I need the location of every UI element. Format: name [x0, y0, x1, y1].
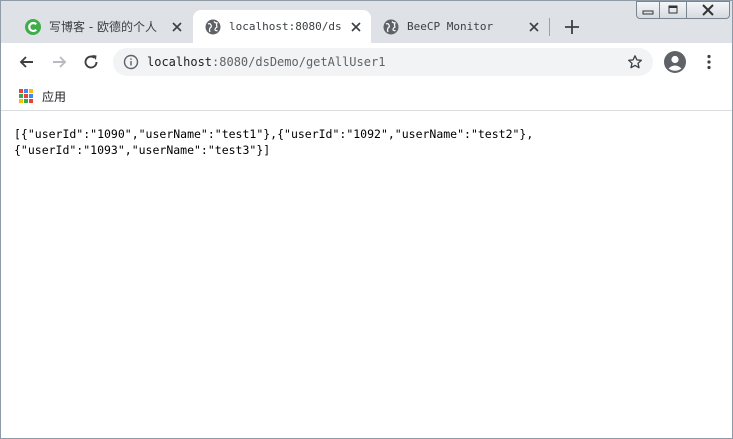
browser-toolbar: localhost:8080/dsDemo/getAllUser1: [1, 43, 732, 81]
close-tab-icon[interactable]: [526, 19, 542, 35]
close-window-icon: [702, 4, 714, 16]
csdn-logo-icon: [25, 19, 41, 35]
url-host: localhost: [147, 55, 213, 69]
tab-beecp-monitor[interactable]: BeeCP Monitor: [371, 10, 549, 43]
more-menu-icon[interactable]: [699, 52, 719, 72]
globe-icon: [205, 19, 221, 35]
close-tab-icon[interactable]: [348, 19, 364, 35]
reload-icon[interactable]: [81, 52, 101, 72]
tab-title: BeeCP Monitor: [407, 20, 494, 33]
back-arrow-icon[interactable]: [17, 52, 37, 72]
url-path: :8080/dsDemo/getAllUser1: [212, 55, 386, 69]
restore-icon: [668, 5, 678, 14]
minimize-icon: [642, 10, 654, 15]
minimize-button[interactable]: [636, 1, 660, 19]
address-bar[interactable]: localhost:8080/dsDemo/getAllUser1: [113, 48, 653, 76]
apps-shortcut[interactable]: 应用: [19, 87, 66, 105]
url-text[interactable]: localhost:8080/dsDemo/getAllUser1: [147, 54, 385, 70]
globe-icon: [383, 19, 399, 35]
tab-title: localhost:8080/dsDemo: [229, 20, 341, 33]
site-info-icon[interactable]: [123, 54, 139, 70]
close-tab-icon[interactable]: [169, 19, 185, 35]
profile-avatar-icon[interactable]: [664, 51, 686, 73]
tab-csdn-blog[interactable]: 写博客 - 欧德的个人: [13, 10, 191, 43]
page-content: [{"userId":"1090","userName":"test1"},{"…: [1, 112, 732, 438]
new-tab-plus-icon[interactable]: [562, 17, 582, 37]
json-response-text: [{"userId":"1090","userName":"test1"},{"…: [14, 127, 534, 157]
tab-title: 写博客 - 欧德的个人: [49, 20, 157, 34]
tab-localhost[interactable]: localhost:8080/dsDemo: [193, 10, 371, 43]
tab-separator: [549, 18, 550, 36]
bookmark-star-icon[interactable]: [627, 54, 643, 70]
browser-window: 写博客 - 欧德的个人 localhost:8080/dsDemo BeeCP …: [0, 0, 733, 439]
restore-button[interactable]: [659, 1, 687, 19]
tab-strip: 写博客 - 欧德的个人 localhost:8080/dsDemo BeeCP …: [1, 1, 732, 43]
bookmarks-bar: 应用: [1, 81, 732, 111]
forward-arrow-icon[interactable]: [49, 52, 69, 72]
apps-label: 应用: [42, 89, 67, 104]
apps-grid-icon: [19, 89, 33, 103]
close-window-button[interactable]: [686, 1, 730, 19]
